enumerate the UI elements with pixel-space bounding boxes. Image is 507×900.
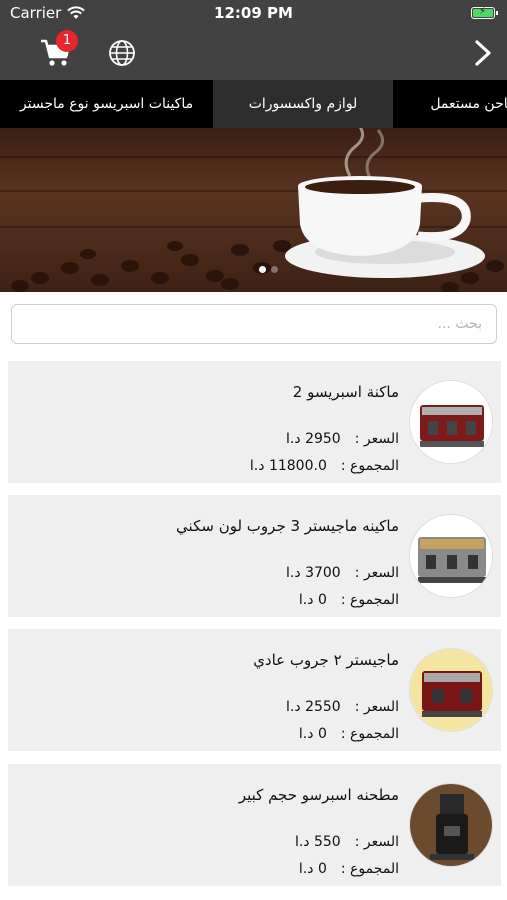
price-row: السعر : 2550 د.ا <box>286 699 399 715</box>
tab-majester-espresso[interactable]: ماكينات اسبريسو نوع ماجستر <box>0 80 213 128</box>
status-time: 12:09 PM <box>214 4 293 22</box>
search-input[interactable] <box>12 305 496 343</box>
globe-icon[interactable] <box>108 39 136 67</box>
tab-label: لوازم واكسسورات <box>248 96 358 112</box>
price-label: السعر : <box>354 834 399 850</box>
nav-bar: 1 <box>0 26 507 80</box>
product-name: مطحنه اسبرسو حجم كبير <box>238 786 399 804</box>
category-tabs: ماكينات اسبريسو نوع ماجستر لوازم واكسسور… <box>0 80 507 128</box>
tab-accessories[interactable]: لوازم واكسسورات <box>213 80 393 128</box>
total-row: المجموع : 11800.0 د.ا <box>250 458 399 474</box>
total-row: المجموع : 0 د.ا <box>299 726 399 742</box>
carousel-dot[interactable] <box>271 266 278 273</box>
total-value: 11800.0 د.ا <box>249 458 327 474</box>
battery-icon: ⚡ <box>471 6 498 19</box>
price-label: السعر : <box>354 699 399 715</box>
product-name: ماكينه ماجيستر 3 جروب لون سكني <box>176 517 399 535</box>
status-bar: Carrier 12:09 PM ⚡ <box>0 0 507 26</box>
total-value: 0 د.ا <box>298 592 327 608</box>
product-card[interactable]: ماكنة اسبريسو 2 السعر : 2950 د.ا المجموع… <box>8 361 501 483</box>
chevron-right-icon[interactable] <box>473 39 493 67</box>
price-label: السعر : <box>354 431 399 447</box>
price-row: السعر : 2950 د.ا <box>286 431 399 447</box>
tab-label: مطاحن مستعمل <box>430 96 507 112</box>
total-value: 0 د.ا <box>298 726 327 742</box>
tab-label: ماكينات اسبريسو نوع ماجستر <box>19 96 194 112</box>
total-row: المجموع : 0 د.ا <box>299 592 399 608</box>
total-value: 0 د.ا <box>298 861 327 877</box>
coffee-cup-image <box>11 128 504 292</box>
banner-carousel[interactable] <box>0 128 507 292</box>
tab-used-grinders[interactable]: مطاحن مستعمل <box>393 80 507 128</box>
product-image <box>409 648 493 732</box>
total-label: المجموع : <box>340 861 399 877</box>
product-image <box>409 514 493 598</box>
price-value: 2550 د.ا <box>286 699 341 715</box>
product-card[interactable]: مطحنه اسبرسو حجم كبير السعر : 550 د.ا ال… <box>8 764 501 886</box>
price-value: 550 د.ا <box>294 834 341 850</box>
product-image <box>409 380 493 464</box>
total-label: المجموع : <box>340 726 399 742</box>
price-row: السعر : 3700 د.ا <box>286 565 399 581</box>
cart-badge: 1 <box>56 30 78 52</box>
search-box <box>11 304 497 344</box>
total-label: المجموع : <box>340 592 399 608</box>
price-row: السعر : 550 د.ا <box>295 834 399 850</box>
total-row: المجموع : 0 د.ا <box>299 861 399 877</box>
product-image <box>409 783 493 867</box>
product-card[interactable]: ماجيستر ٢ جروب عادي السعر : 2550 د.ا الم… <box>8 629 501 751</box>
price-value: 3700 د.ا <box>286 565 341 581</box>
price-value: 2950 د.ا <box>286 431 341 447</box>
carousel-dot-active[interactable] <box>259 266 266 273</box>
total-label: المجموع : <box>340 458 399 474</box>
product-name: ماكنة اسبريسو 2 <box>292 383 399 401</box>
product-card[interactable]: ماكينه ماجيستر 3 جروب لون سكني السعر : 3… <box>8 495 501 617</box>
price-label: السعر : <box>354 565 399 581</box>
product-name: ماجيستر ٢ جروب عادي <box>253 651 399 669</box>
